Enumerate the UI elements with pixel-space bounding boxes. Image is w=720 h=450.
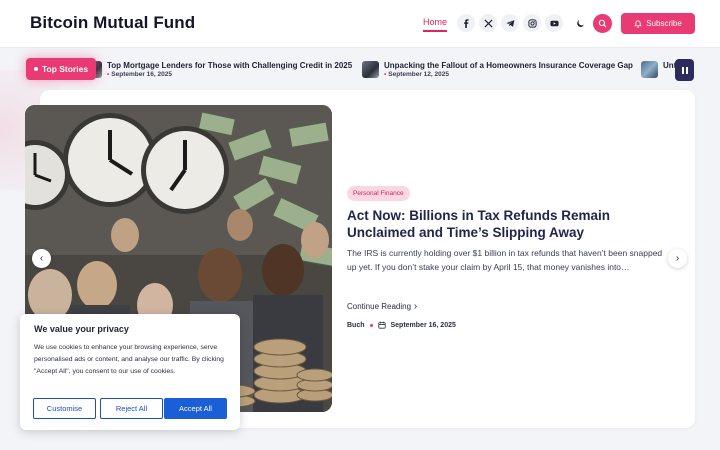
cookie-consent-banner: We value your privacy We use cookies to … bbox=[20, 314, 240, 430]
ticker-title: Unpacking the Fallout of a Homeowners In… bbox=[384, 61, 633, 70]
reject-all-button[interactable]: Reject All bbox=[100, 398, 163, 419]
facebook-icon[interactable] bbox=[457, 14, 475, 32]
pause-icon-bar bbox=[685, 66, 688, 74]
top-stories-ticker: Top Mortgage Lenders for Those with Chal… bbox=[0, 55, 720, 85]
subscribe-label: Subscribe bbox=[646, 19, 682, 28]
nav-active-underline bbox=[423, 30, 447, 32]
subscribe-button[interactable]: Subscribe bbox=[621, 13, 695, 34]
site-header: Bitcoin Mutual Fund Home Subscribe bbox=[0, 0, 720, 48]
featured-excerpt: The IRS is currently holding over $1 bil… bbox=[347, 248, 663, 272]
slider-prev-button[interactable]: ‹ bbox=[32, 249, 51, 268]
chevron-right-icon: › bbox=[675, 253, 680, 264]
search-icon bbox=[598, 19, 607, 28]
calendar-icon bbox=[377, 321, 386, 329]
meta-separator bbox=[369, 323, 373, 327]
ticker-thumbnail bbox=[641, 61, 658, 78]
slider-next-button[interactable]: › bbox=[668, 249, 687, 268]
x-icon[interactable] bbox=[479, 14, 497, 32]
ticker-item[interactable]: Unt bbox=[641, 60, 675, 80]
cookie-text: We use cookies to enhance your browsing … bbox=[34, 344, 224, 375]
category-badge[interactable]: Personal Finance bbox=[347, 186, 410, 201]
moon-icon[interactable] bbox=[571, 14, 589, 32]
ticker-item[interactable]: Top Mortgage Lenders for Those with Chal… bbox=[85, 60, 355, 80]
ticker-item[interactable]: Unpacking the Fallout of a Homeowners In… bbox=[362, 60, 633, 80]
nav-home-link[interactable]: Home bbox=[423, 17, 447, 27]
telegram-icon[interactable] bbox=[501, 14, 519, 32]
instagram-icon[interactable] bbox=[523, 14, 541, 32]
ticker-date: September 12, 2025 bbox=[384, 71, 449, 78]
ticker-title: Unt bbox=[663, 61, 675, 70]
ticker-date: September 16, 2025 bbox=[107, 71, 172, 78]
accept-all-button[interactable]: Accept All bbox=[164, 398, 227, 419]
author-name[interactable]: Buch bbox=[347, 322, 365, 329]
ticker-title: Top Mortgage Lenders for Those with Chal… bbox=[107, 61, 353, 70]
youtube-icon[interactable] bbox=[545, 14, 563, 32]
chevron-left-icon: ‹ bbox=[39, 253, 44, 264]
featured-headline[interactable]: Act Now: Billions in Tax Refunds Remain … bbox=[347, 207, 667, 241]
cookie-title: We value your privacy bbox=[34, 324, 129, 334]
pause-icon bbox=[681, 66, 684, 74]
site-title[interactable]: Bitcoin Mutual Fund bbox=[30, 13, 195, 33]
search-button[interactable] bbox=[593, 14, 612, 33]
ticker-pause-button[interactable] bbox=[675, 59, 694, 81]
customise-button[interactable]: Customise bbox=[33, 398, 96, 419]
continue-reading-link[interactable]: Continue Reading bbox=[347, 301, 417, 312]
bell-icon bbox=[634, 19, 642, 28]
ticker-thumbnail bbox=[362, 61, 379, 78]
post-meta: Buch September 16, 2025 bbox=[347, 321, 456, 329]
post-date: September 16, 2025 bbox=[390, 321, 456, 329]
